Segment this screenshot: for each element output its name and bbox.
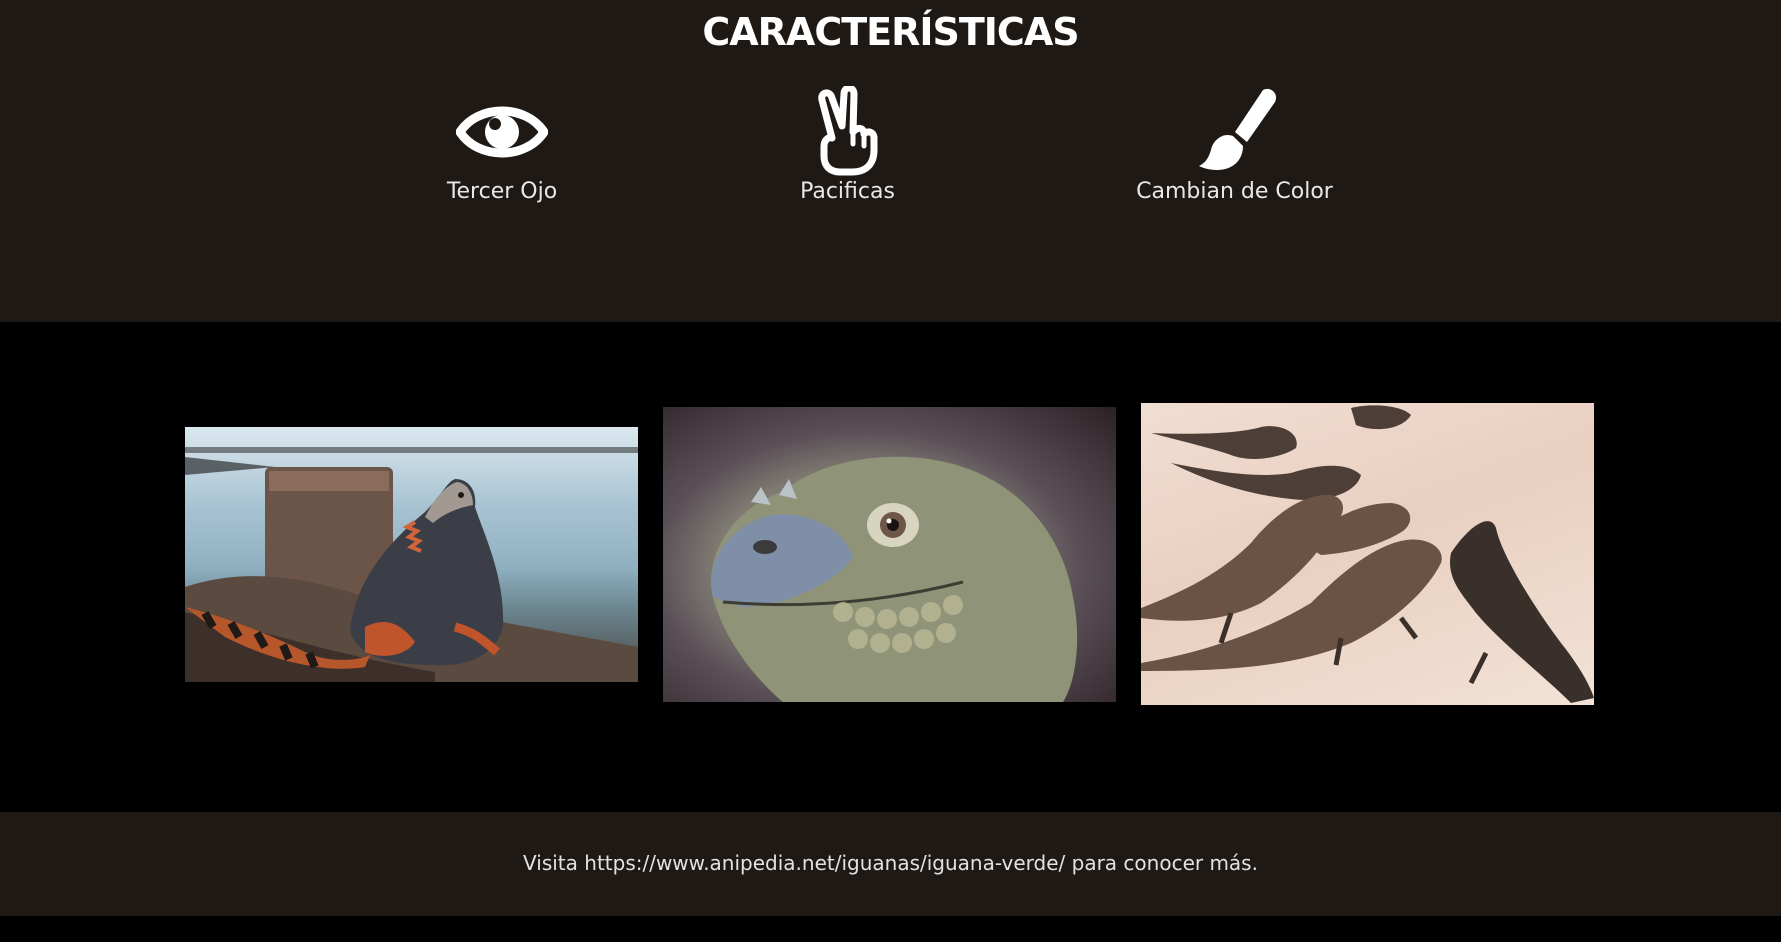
feature-label-third-eye: Tercer Ojo xyxy=(446,179,558,204)
paintbrush-icon xyxy=(1198,88,1276,170)
features-title: CARACTERÍSTICAS xyxy=(702,10,1079,54)
iguana-on-shore-photo xyxy=(185,427,638,682)
iguanas-on-sand-illustration xyxy=(1141,405,1594,703)
eye-icon xyxy=(456,106,548,158)
feature-peaceful: Pacificas xyxy=(760,86,935,206)
feature-label-peaceful: Pacificas xyxy=(800,179,895,204)
features-section: CARACTERÍSTICAS Tercer Ojo Pacificas Cam… xyxy=(0,0,1781,322)
iguana-closeup-illustration xyxy=(711,456,1078,702)
iguana-on-shore-illustration xyxy=(185,447,638,682)
footer-text: Visita https://www.anipedia.net/iguanas/… xyxy=(523,851,1258,875)
feature-third-eye: Tercer Ojo xyxy=(421,86,583,206)
photo-gallery xyxy=(0,322,1781,812)
peace-hand-icon xyxy=(817,86,877,176)
feature-color-change: Cambian de Color xyxy=(1107,86,1362,206)
iguana-closeup-photo xyxy=(663,407,1116,702)
footer: Visita https://www.anipedia.net/iguanas/… xyxy=(0,812,1781,916)
iguanas-on-sand-photo xyxy=(1141,403,1594,705)
bottom-strip xyxy=(0,916,1781,942)
feature-label-color-change: Cambian de Color xyxy=(1136,179,1333,204)
